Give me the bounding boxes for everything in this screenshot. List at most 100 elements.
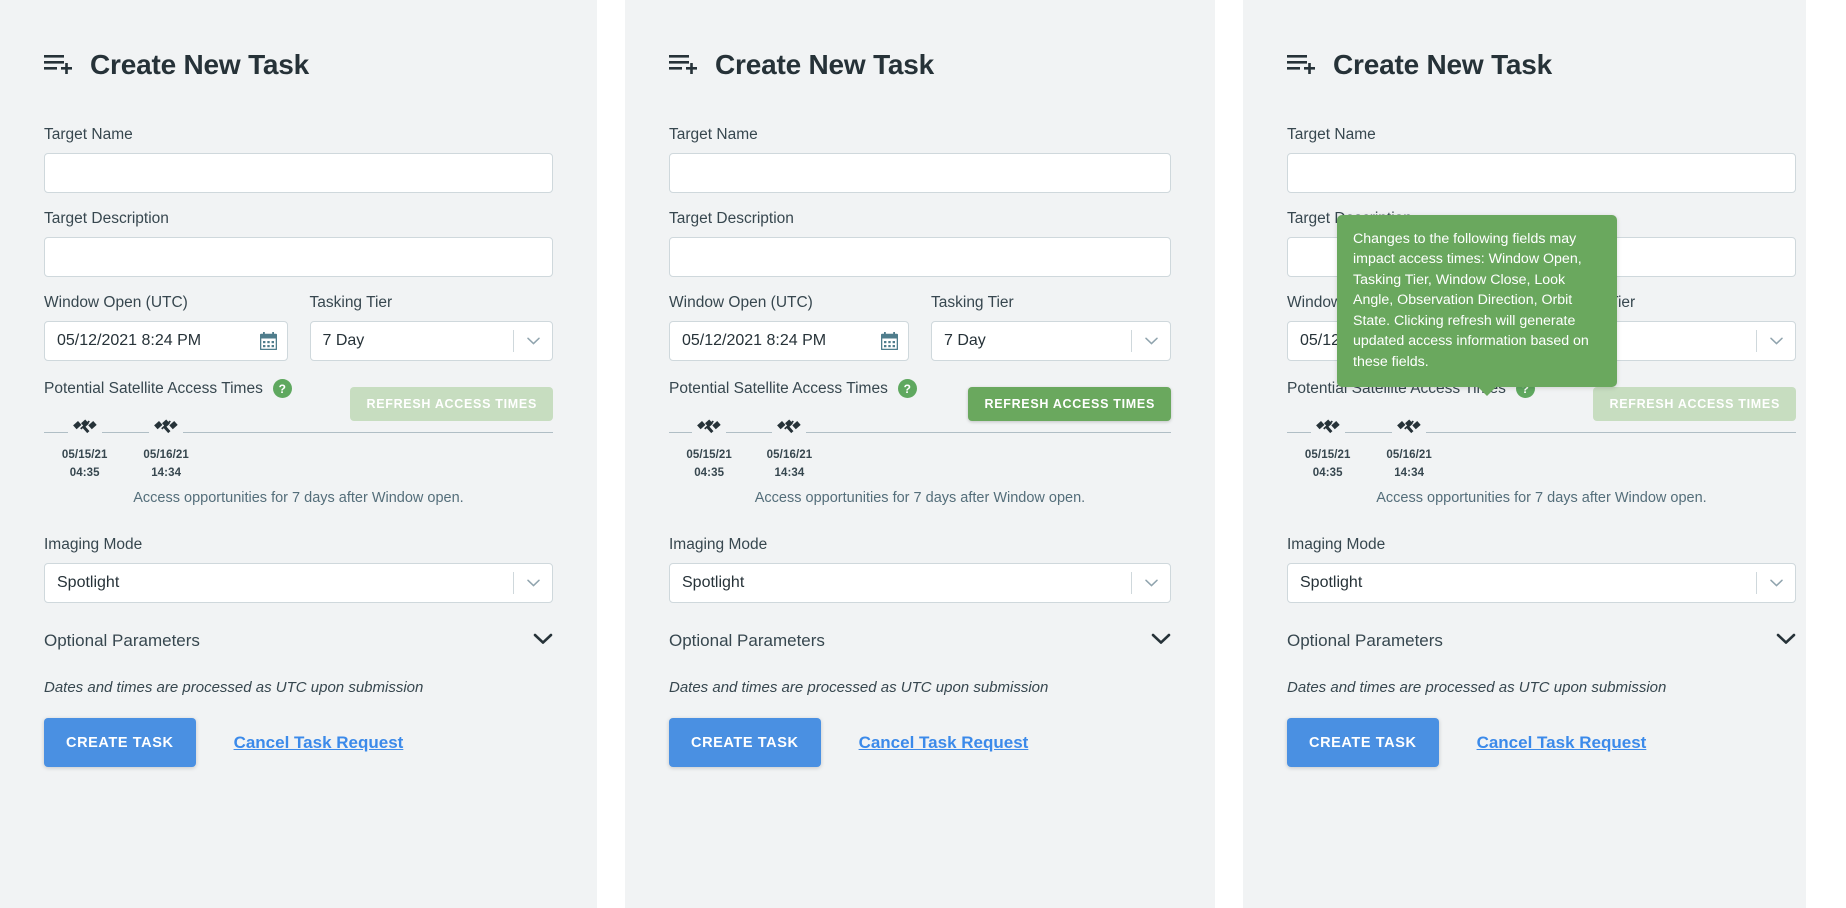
timeline-event-date: 05/15/21 <box>1304 449 1351 461</box>
imaging-mode-field: Imaging Mode Spotlight <box>1287 536 1796 603</box>
panel-separator <box>597 0 625 908</box>
tooltip-arrow <box>1477 386 1497 397</box>
optional-parameters-toggle[interactable]: Optional Parameters <box>44 631 553 651</box>
panel-header: Create New Task <box>44 44 553 86</box>
target-description-input[interactable] <box>669 237 1171 277</box>
chevron-down-icon[interactable] <box>1132 337 1170 345</box>
screenshot-root: Create New Task Target Name Target Descr… <box>0 0 1846 908</box>
imaging-mode-label: Imaging Mode <box>669 536 768 553</box>
target-name-input[interactable] <box>669 153 1171 193</box>
imaging-mode-value: Spotlight <box>682 574 745 591</box>
timeline-event-1[interactable]: 05/16/21 14:34 <box>746 412 832 481</box>
target-name-field: Target Name <box>1287 126 1796 193</box>
satellite-icon <box>1392 412 1427 438</box>
access-note: Access opportunities for 7 days after Wi… <box>1376 490 1707 506</box>
chevron-down-icon[interactable] <box>514 337 552 345</box>
playlist-add-icon <box>1287 52 1317 78</box>
tasking-tier-value: 7 Day <box>944 332 986 349</box>
timeline-event-date: 05/16/21 <box>766 449 813 461</box>
page-title: Create New Task <box>1333 49 1553 80</box>
create-task-button[interactable]: CREATE TASK <box>669 718 821 767</box>
window-open-input[interactable] <box>669 321 909 361</box>
window-open-field: Window Open (UTC) <box>44 294 288 361</box>
create-task-panel-2: Create New Task Target Name Target Descr… <box>625 0 1215 908</box>
imaging-mode-select[interactable]: Spotlight <box>669 563 1171 603</box>
panel-header: Create New Task <box>1287 44 1796 86</box>
help-icon[interactable]: ? <box>272 379 292 398</box>
window-tier-row: Window Open (UTC) <box>669 294 1171 361</box>
timeline-event-0[interactable]: 05/15/21 04:35 <box>666 412 752 481</box>
satellite-icon <box>1310 412 1345 438</box>
chevron-down-icon[interactable] <box>1757 337 1795 345</box>
imaging-mode-value: Spotlight <box>1300 574 1363 591</box>
create-task-button[interactable]: CREATE TASK <box>1287 718 1439 767</box>
target-name-label: Target Name <box>1287 126 1376 143</box>
help-icon[interactable]: ? <box>897 379 917 398</box>
cancel-task-request-link[interactable]: Cancel Task Request <box>1477 733 1647 753</box>
satellite-icon <box>692 412 727 438</box>
panel-header: Create New Task <box>669 44 1171 86</box>
tasking-tier-select[interactable]: 7 Day <box>931 321 1171 361</box>
target-name-input[interactable] <box>1287 153 1796 193</box>
satellite-icon <box>149 412 184 438</box>
timeline-event-time: 14:34 <box>1394 467 1425 480</box>
chevron-down-icon[interactable] <box>1132 579 1170 587</box>
target-name-label: Target Name <box>44 126 133 143</box>
chevron-down-icon[interactable] <box>1151 632 1171 650</box>
cancel-task-request-link[interactable]: Cancel Task Request <box>234 733 404 753</box>
optional-parameters-toggle[interactable]: Optional Parameters <box>1287 631 1796 651</box>
access-times-tooltip: Changes to the following fields may impa… <box>1337 215 1617 397</box>
page-title: Create New Task <box>90 49 310 80</box>
cancel-task-request-link[interactable]: Cancel Task Request <box>859 733 1029 753</box>
access-note: Access opportunities for 7 days after Wi… <box>133 490 464 506</box>
chevron-down-icon[interactable] <box>1776 632 1796 650</box>
chevron-down-icon[interactable] <box>533 632 553 650</box>
satellite-icon <box>772 412 807 438</box>
optional-parameters-label: Optional Parameters <box>44 631 200 650</box>
chevron-down-icon[interactable] <box>514 579 552 587</box>
access-times-label: Potential Satellite Access Times <box>669 379 888 397</box>
tasking-tier-field: Tasking Tier 7 Day <box>309 294 553 361</box>
imaging-mode-select[interactable]: Spotlight <box>44 563 553 603</box>
panel-actions: CREATE TASK Cancel Task Request <box>669 718 1171 767</box>
target-name-input[interactable] <box>44 153 553 193</box>
utc-note: Dates and times are processed as UTC upo… <box>44 679 424 696</box>
timeline-event-0[interactable]: 05/15/21 04:35 <box>1285 412 1371 481</box>
window-tier-row: Window Open (UTC) <box>44 294 553 361</box>
timeline-event-time: 04:35 <box>69 467 100 480</box>
window-open-field: Window Open (UTC) <box>669 294 909 361</box>
timeline-event-time: 04:35 <box>694 467 725 480</box>
tasking-tier-value: 7 Day <box>322 332 365 349</box>
window-open-label: Window Open (UTC) <box>669 294 813 311</box>
timeline-event-date: 05/15/21 <box>61 449 108 461</box>
tasking-tier-label: Tasking Tier <box>931 294 1014 311</box>
playlist-add-icon <box>44 52 74 78</box>
optional-parameters-toggle[interactable]: Optional Parameters <box>669 631 1171 651</box>
imaging-mode-value: Spotlight <box>57 574 120 591</box>
imaging-mode-field: Imaging Mode Spotlight <box>669 536 1171 603</box>
create-task-panel-3: Create New Task Target Name Target Descr… <box>1243 0 1806 908</box>
panel-separator <box>1215 0 1243 908</box>
timeline-event-0[interactable]: 05/15/21 04:35 <box>42 412 128 481</box>
timeline-event-date: 05/16/21 <box>1386 449 1432 461</box>
timeline-event-date: 05/16/21 <box>143 449 189 461</box>
tooltip-text: Changes to the following fields may impa… <box>1353 231 1589 370</box>
timeline-event-1[interactable]: 05/16/21 14:34 <box>123 412 209 481</box>
imaging-mode-label: Imaging Mode <box>1287 536 1386 553</box>
panel-actions: CREATE TASK Cancel Task Request <box>1287 718 1796 767</box>
create-task-button[interactable]: CREATE TASK <box>44 718 196 767</box>
chevron-down-icon[interactable] <box>1757 579 1795 587</box>
create-task-panel-1: Create New Task Target Name Target Descr… <box>0 0 597 908</box>
timeline-event-1[interactable]: 05/16/21 14:34 <box>1366 412 1452 481</box>
window-open-input[interactable] <box>44 321 288 361</box>
timeline-event-date: 05/15/21 <box>686 449 732 461</box>
target-description-label: Target Description <box>44 210 169 227</box>
target-description-field: Target Description <box>44 210 553 277</box>
timeline-event-time: 14:34 <box>774 467 805 480</box>
target-description-input[interactable] <box>44 237 553 277</box>
imaging-mode-select[interactable]: Spotlight <box>1287 563 1796 603</box>
tasking-tier-select[interactable]: 7 Day <box>309 321 553 361</box>
playlist-add-icon <box>669 52 699 78</box>
tasking-tier-field: Tasking Tier 7 Day <box>931 294 1171 361</box>
optional-parameters-label: Optional Parameters <box>669 631 825 650</box>
